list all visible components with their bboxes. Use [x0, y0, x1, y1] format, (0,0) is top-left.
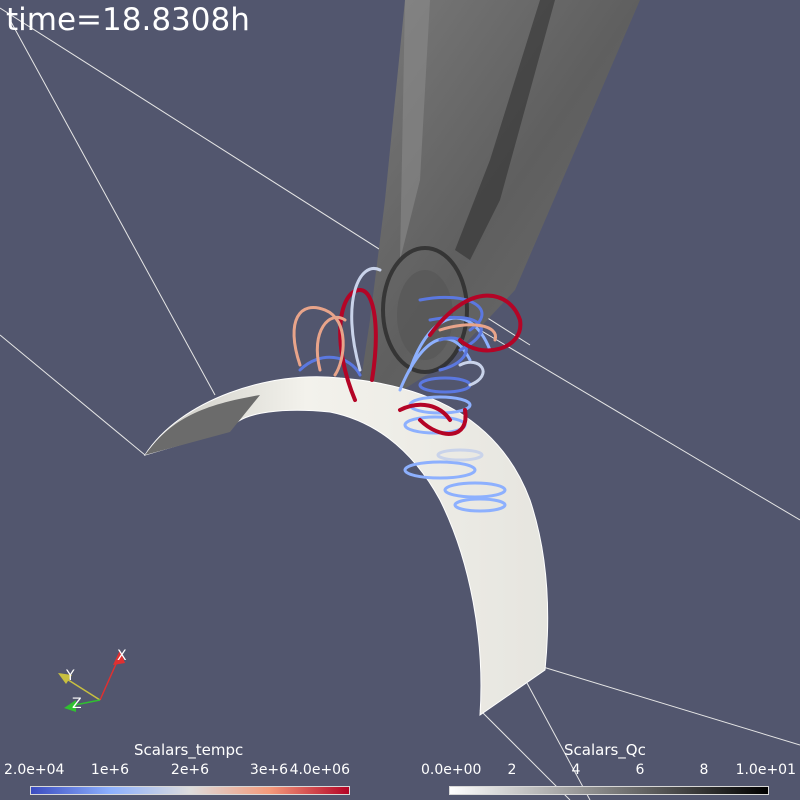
axis-y-label: Y	[65, 668, 75, 684]
colorbar-tick: 2e+6	[170, 762, 210, 778]
colorbar-tick: 1e+6	[90, 762, 130, 778]
colorbar-tick: 4	[571, 762, 581, 778]
colorbar-tick: 8	[699, 762, 709, 778]
colorbar-tick: 6	[635, 762, 645, 778]
qc-slice-plane	[355, 0, 640, 420]
colorbar-tempc	[30, 786, 350, 795]
axis-z-label: Z	[72, 696, 82, 712]
colorbar-qc	[449, 786, 769, 795]
colorbar-title-qc: Scalars_Qc	[564, 741, 646, 759]
colorbar-tick: 1.0e+01	[735, 762, 796, 778]
colorbar-tick: 4.0e+06	[289, 762, 350, 778]
colorbar-tick: 2.0e+04	[4, 762, 65, 778]
colorbar-tick: 2	[507, 762, 517, 778]
orientation-axes-triad: X Y Z	[58, 648, 127, 712]
colorbar-tick: 0.0e+00	[421, 762, 482, 778]
3d-render-viewport[interactable]: X Y Z	[0, 0, 800, 800]
colorbar-title-tempc: Scalars_tempc	[134, 741, 244, 759]
colorbar-tick: 3e+6	[249, 762, 289, 778]
boundary-surface	[143, 376, 549, 717]
axis-x-label: X	[117, 648, 127, 664]
time-label: time=18.8308h	[6, 2, 250, 38]
